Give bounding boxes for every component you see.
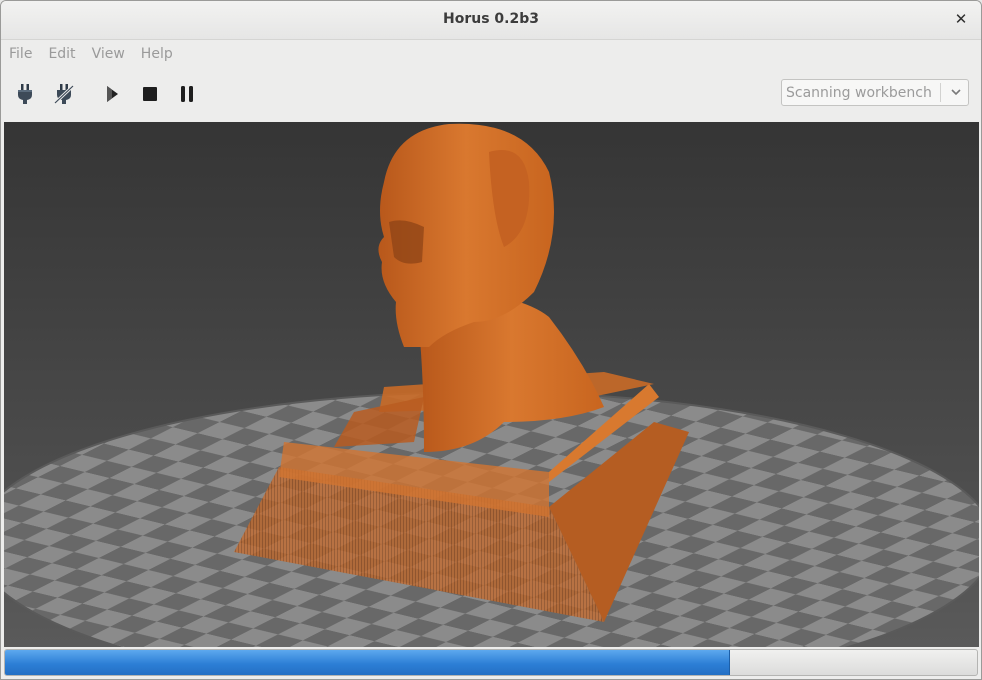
scene-canvas: [4, 123, 979, 647]
menu-bar: File Edit View Help: [1, 40, 981, 68]
close-icon: ✕: [954, 10, 968, 28]
combo-separator: [940, 83, 941, 102]
toolbar: Scanning workbench: [1, 71, 981, 117]
disconnect-icon: [53, 84, 75, 105]
workbench-select-value: Scanning workbench: [786, 85, 932, 101]
menu-view[interactable]: View: [84, 46, 133, 62]
connect-button[interactable]: [12, 81, 38, 107]
stop-button[interactable]: [137, 81, 163, 107]
pause-icon: [181, 86, 193, 102]
close-button[interactable]: ✕: [951, 9, 971, 29]
pause-button[interactable]: [174, 81, 200, 107]
play-icon: [107, 86, 118, 102]
scan-progress-bar: [4, 649, 978, 676]
disconnect-button[interactable]: [51, 81, 77, 107]
play-button[interactable]: [99, 81, 125, 107]
scan-face-shadow: [389, 220, 424, 264]
menu-file[interactable]: File: [1, 46, 40, 62]
connect-icon: [18, 84, 32, 104]
title-bar[interactable]: Horus 0.2b3 ✕: [1, 1, 981, 40]
chevron-down-icon: [951, 89, 961, 96]
app-window: Horus 0.2b3 ✕ File Edit View Help Scanni…: [0, 0, 982, 680]
stop-icon: [143, 87, 157, 101]
workbench-select[interactable]: Scanning workbench: [781, 79, 969, 106]
scan-progress-fill: [5, 650, 731, 675]
menu-edit[interactable]: Edit: [40, 46, 83, 62]
3d-viewport[interactable]: [4, 122, 979, 647]
window-title: Horus 0.2b3: [443, 11, 539, 27]
menu-help[interactable]: Help: [133, 46, 181, 62]
